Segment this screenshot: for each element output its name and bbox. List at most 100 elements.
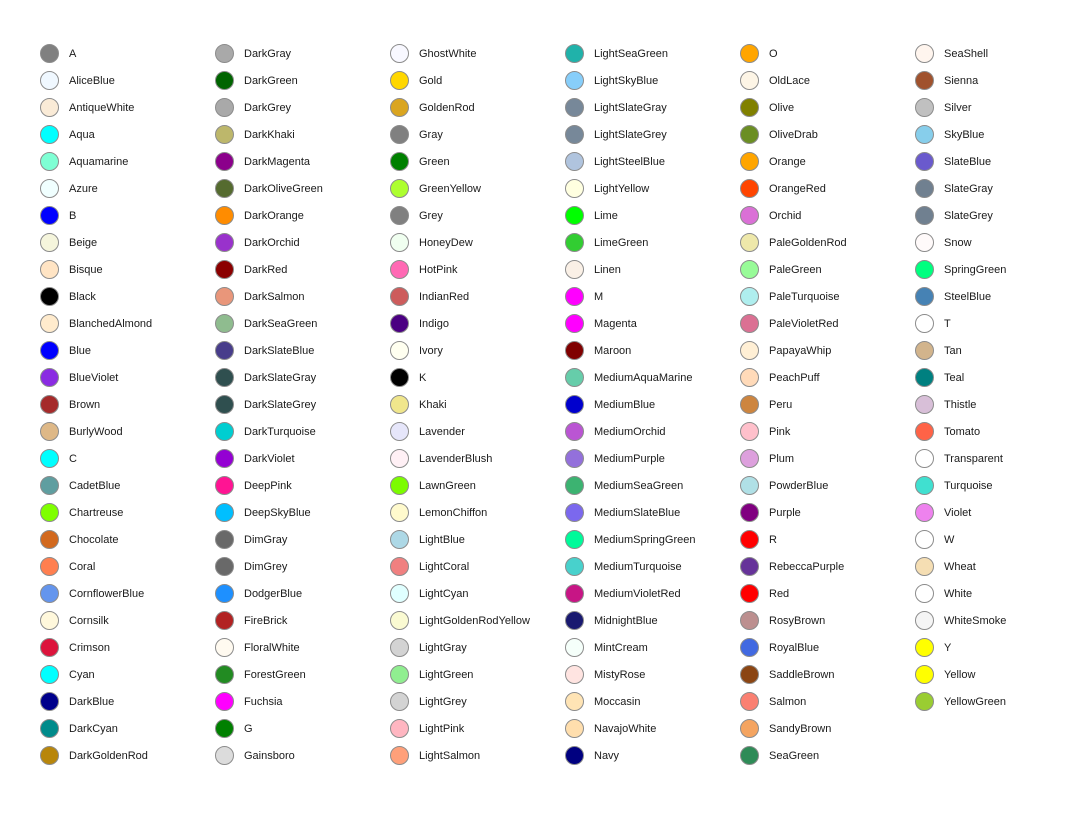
color-dot-icon [40, 233, 59, 252]
color-swatch-item: Aqua [40, 121, 215, 148]
color-dot-icon [40, 368, 59, 387]
color-name-label: Plum [769, 452, 795, 465]
color-dot-icon [390, 611, 409, 630]
color-swatch-item: PaleGreen [740, 256, 915, 283]
color-dot-icon [740, 530, 759, 549]
color-dot-icon [40, 287, 59, 306]
color-dot-icon [565, 719, 584, 738]
color-name-label: Tomato [944, 425, 981, 438]
color-dot-icon [390, 71, 409, 90]
color-dot-icon [740, 314, 759, 333]
color-swatch-item: PaleTurquoise [740, 283, 915, 310]
color-name-label: BlueViolet [69, 371, 119, 384]
color-dot-icon [40, 260, 59, 279]
color-dot-icon [215, 584, 234, 603]
swatch-column: A AliceBlue AntiqueWhite Aqua Aquamarine Azur… [40, 40, 215, 780]
color-name-label: DarkSalmon [244, 290, 305, 303]
color-dot-icon [740, 98, 759, 117]
color-swatch-item: DarkKhaki [215, 121, 390, 148]
color-swatch-item: Tomato [915, 418, 1090, 445]
color-dot-icon [215, 125, 234, 144]
color-swatch-item: Pink [740, 418, 915, 445]
color-dot-icon [40, 422, 59, 441]
color-name-label: Olive [769, 101, 795, 114]
color-dot-icon [40, 692, 59, 711]
color-swatch-item: DarkSeaGreen [215, 310, 390, 337]
color-name-label: LightCyan [419, 587, 469, 600]
color-name-label: DarkMagenta [244, 155, 311, 168]
color-dot-icon [915, 341, 934, 360]
color-dot-icon [565, 368, 584, 387]
color-dot-icon [40, 530, 59, 549]
color-name-label: Bisque [69, 263, 103, 276]
color-swatch-item: DarkBlue [40, 688, 215, 715]
color-dot-icon [390, 503, 409, 522]
color-dot-icon [215, 287, 234, 306]
color-name-label: OrangeRed [769, 182, 826, 195]
color-name-label: LawnGreen [419, 479, 476, 492]
color-swatch-item: BlanchedAlmond [40, 310, 215, 337]
color-name-label: Thistle [944, 398, 977, 411]
color-dot-icon [40, 557, 59, 576]
color-name-label: FireBrick [244, 614, 288, 627]
color-name-label: G [244, 722, 253, 735]
color-name-label: Indigo [419, 317, 449, 330]
color-dot-icon [215, 719, 234, 738]
color-name-label: BurlyWood [69, 425, 123, 438]
color-dot-icon [40, 179, 59, 198]
color-name-label: DarkOrange [244, 209, 304, 222]
color-dot-icon [565, 530, 584, 549]
color-dot-icon [390, 341, 409, 360]
color-name-label: DarkViolet [244, 452, 295, 465]
color-swatch-item: SaddleBrown [740, 661, 915, 688]
color-swatch-item: Peru [740, 391, 915, 418]
color-swatch-item: DeepPink [215, 472, 390, 499]
color-name-label: MediumAquaMarine [594, 371, 693, 384]
color-swatch-item: IndianRed [390, 283, 565, 310]
color-dot-icon [740, 449, 759, 468]
color-dot-icon [215, 503, 234, 522]
color-dot-icon [390, 179, 409, 198]
color-dot-icon [40, 611, 59, 630]
color-dot-icon [40, 395, 59, 414]
color-dot-icon [390, 368, 409, 387]
color-name-label: MediumOrchid [594, 425, 666, 438]
color-dot-icon [390, 692, 409, 711]
color-swatch-item: SkyBlue [915, 121, 1090, 148]
color-name-label: Turquoise [944, 479, 993, 492]
color-swatch-item: LavenderBlush [390, 445, 565, 472]
color-name-label: Maroon [594, 344, 632, 357]
color-dot-icon [740, 341, 759, 360]
color-name-label: SteelBlue [944, 290, 992, 303]
swatch-column: DarkGray DarkGreen DarkGrey DarkKhaki DarkMa… [215, 40, 390, 780]
color-name-label: LightYellow [594, 182, 650, 195]
color-dot-icon [915, 503, 934, 522]
color-name-label: Transparent [944, 452, 1003, 465]
color-swatch-item: Olive [740, 94, 915, 121]
color-dot-icon [740, 746, 759, 765]
color-swatch-item: Blue [40, 337, 215, 364]
color-dot-icon [565, 584, 584, 603]
color-dot-icon [215, 476, 234, 495]
color-dot-icon [215, 692, 234, 711]
color-swatch-item: Khaki [390, 391, 565, 418]
color-swatch-item: LightSeaGreen [565, 40, 740, 67]
swatch-column: SeaShell Sienna Silver SkyBlue SlateBlue Slat… [915, 40, 1090, 780]
color-dot-icon [390, 476, 409, 495]
color-dot-icon [565, 503, 584, 522]
color-swatch-item: T [915, 310, 1090, 337]
color-swatch-item: OrangeRed [740, 175, 915, 202]
color-dot-icon [40, 476, 59, 495]
color-swatch-item: GreenYellow [390, 175, 565, 202]
color-dot-icon [390, 206, 409, 225]
color-dot-icon [215, 44, 234, 63]
color-name-label: Black [69, 290, 96, 303]
color-name-label: DarkSlateGray [244, 371, 317, 384]
color-name-label: SeaGreen [769, 749, 820, 762]
color-name-label: YellowGreen [944, 695, 1006, 708]
color-dot-icon [740, 260, 759, 279]
color-dot-icon [40, 44, 59, 63]
color-name-label: Violet [944, 506, 972, 519]
color-swatch-item: Y [915, 634, 1090, 661]
color-name-label: Pink [769, 425, 791, 438]
